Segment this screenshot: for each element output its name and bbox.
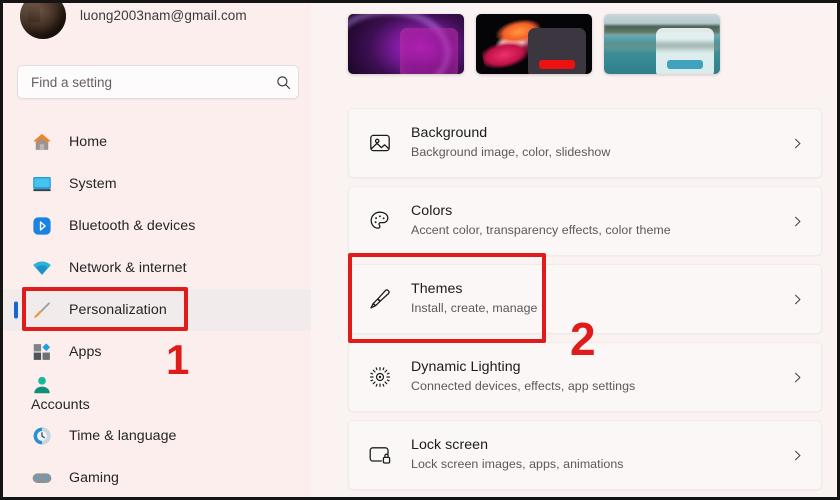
- gamepad-icon: [32, 473, 52, 483]
- card-subtitle: Lock screen images, apps, animations: [411, 457, 624, 472]
- theme-accent-swatch: [667, 60, 703, 69]
- chevron-right-icon: [773, 137, 821, 150]
- home-icon: [33, 133, 51, 150]
- sidebar-item-home[interactable]: Home: [3, 121, 311, 163]
- content-pane: Background Background image, color, slid…: [311, 3, 837, 497]
- search-input[interactable]: [18, 74, 268, 90]
- theme-window-preview: [400, 28, 458, 74]
- sidebar-item-label: Network & internet: [69, 260, 187, 276]
- sidebar-item-label: Apps: [69, 344, 102, 360]
- card-themes[interactable]: Themes Install, create, manage: [348, 264, 822, 334]
- sidebar-item-label: System: [69, 176, 117, 192]
- theme-thumbnail-dark-flower[interactable]: [476, 14, 592, 74]
- card-subtitle: Install, create, manage: [411, 301, 538, 316]
- window-frame-top: [0, 0, 840, 3]
- apps-icon: [33, 343, 51, 360]
- brush-icon: [33, 302, 51, 319]
- theme-window-preview: [656, 28, 714, 74]
- sidebar-item-label: Gaming: [69, 470, 119, 486]
- sidebar-item-network[interactable]: Network & internet: [3, 247, 311, 289]
- network-icon: [33, 261, 51, 275]
- settings-window: luong2003nam@gmail.com Home: [0, 0, 840, 500]
- sidebar-item-gaming[interactable]: Gaming: [3, 457, 311, 499]
- card-text: Background Background image, color, slid…: [411, 124, 773, 162]
- sidebar-item-label: Accounts: [31, 397, 90, 413]
- sidebar: luong2003nam@gmail.com Home: [3, 0, 315, 499]
- selection-indicator: [14, 301, 18, 319]
- theme-thumbnail-lake[interactable]: [604, 14, 720, 74]
- card-title: Background: [411, 125, 488, 142]
- card-text: Lock screen Lock screen images, apps, an…: [411, 436, 773, 474]
- account-email: luong2003nam@gmail.com: [80, 7, 247, 23]
- system-icon: [33, 177, 51, 192]
- sidebar-item-label: Home: [69, 134, 108, 150]
- card-title: Colors: [411, 203, 453, 220]
- settings-card-list: Background Background image, color, slid…: [348, 108, 822, 498]
- card-subtitle: Background image, color, slideshow: [411, 145, 611, 160]
- picture-icon: [349, 131, 411, 155]
- sidebar-item-label: Bluetooth & devices: [69, 218, 196, 234]
- theme-previews: [348, 14, 720, 74]
- card-text: Colors Accent color, transparency effect…: [411, 202, 773, 240]
- sidebar-item-system[interactable]: System: [3, 163, 311, 205]
- account-header[interactable]: luong2003nam@gmail.com: [20, 0, 247, 39]
- clock-icon: [33, 427, 51, 445]
- theme-thumbnail-purple-bloom[interactable]: [348, 14, 464, 74]
- user-avatar[interactable]: [20, 0, 66, 39]
- card-subtitle: Connected devices, effects, app settings: [411, 379, 636, 394]
- bluetooth-icon: [33, 217, 51, 235]
- card-background[interactable]: Background Background image, color, slid…: [348, 108, 822, 178]
- chevron-right-icon: [773, 215, 821, 228]
- theme-window-preview: [528, 28, 586, 74]
- sidebar-item-bluetooth[interactable]: Bluetooth & devices: [3, 205, 311, 247]
- card-lock-screen[interactable]: Lock screen Lock screen images, apps, an…: [348, 420, 822, 490]
- chevron-right-icon: [773, 449, 821, 462]
- card-title: Dynamic Lighting: [411, 359, 521, 376]
- accounts-icon: [34, 376, 50, 394]
- search-icon: [268, 75, 298, 90]
- sidebar-item-accounts[interactable]: Accounts: [3, 373, 311, 415]
- sidebar-item-time-language[interactable]: Time & language: [3, 415, 311, 457]
- card-title: Themes: [411, 281, 463, 298]
- chevron-right-icon: [773, 371, 821, 384]
- sidebar-item-label: Personalization: [69, 302, 167, 318]
- theme-accent-swatch: [539, 60, 575, 69]
- dynamic-lighting-icon: [349, 365, 411, 389]
- search-box[interactable]: [17, 65, 299, 99]
- card-text: Dynamic Lighting Connected devices, effe…: [411, 358, 773, 396]
- window-frame-left: [0, 0, 3, 500]
- card-title: Lock screen: [411, 437, 489, 454]
- lock-screen-icon: [349, 443, 411, 467]
- paintbrush-icon: [349, 287, 411, 311]
- sidebar-item-personalization[interactable]: Personalization: [3, 289, 311, 331]
- sidebar-nav: Home System Bluetooth & devices Network …: [3, 121, 311, 499]
- chevron-right-icon: [773, 293, 821, 306]
- sidebar-item-apps[interactable]: Apps: [3, 331, 311, 373]
- sidebar-item-label: Time & language: [69, 428, 177, 444]
- palette-icon: [349, 209, 411, 233]
- card-dynamic-lighting[interactable]: Dynamic Lighting Connected devices, effe…: [348, 342, 822, 412]
- card-colors[interactable]: Colors Accent color, transparency effect…: [348, 186, 822, 256]
- card-text: Themes Install, create, manage: [411, 280, 773, 318]
- card-subtitle: Accent color, transparency effects, colo…: [411, 223, 671, 238]
